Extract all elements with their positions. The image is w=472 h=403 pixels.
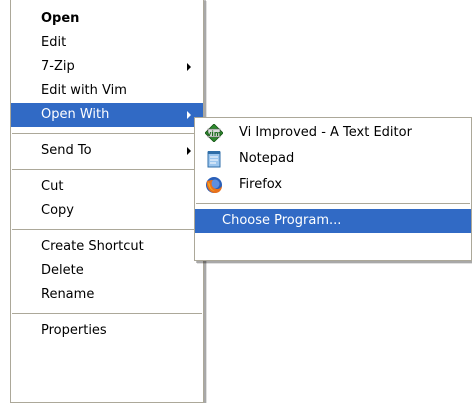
menu-separator — [12, 313, 202, 314]
menu-item-open-with[interactable]: Open With — [11, 103, 203, 127]
open-with-submenu: vim Vi Improved - A Text Editor Notepad … — [194, 117, 472, 261]
menu-item-label: 7-Zip — [41, 59, 75, 74]
submenu-arrow-icon — [187, 147, 191, 155]
submenu-arrow-icon — [187, 63, 191, 71]
submenu-item-label: Vi Improved - A Text Editor — [239, 125, 412, 140]
menu-item-delete[interactable]: Delete — [11, 259, 203, 283]
context-menu: Open Edit 7-Zip Edit with Vim Open With … — [10, 0, 204, 403]
menu-item-label: Send To — [41, 143, 92, 158]
menu-separator — [12, 169, 202, 170]
menu-item-edit[interactable]: Edit — [11, 31, 203, 55]
submenu-arrow-icon — [187, 111, 191, 119]
notepad-icon — [207, 151, 221, 168]
submenu-item-firefox[interactable]: Firefox — [195, 172, 471, 198]
submenu-item-notepad[interactable]: Notepad — [195, 146, 471, 172]
menu-separator — [12, 229, 202, 230]
menu-item-properties[interactable]: Properties — [11, 319, 203, 343]
menu-separator — [196, 203, 470, 204]
menu-item-rename[interactable]: Rename — [11, 283, 203, 307]
menu-item-open[interactable]: Open — [11, 7, 203, 31]
submenu-item-label: Firefox — [239, 177, 283, 192]
submenu-item-vim[interactable]: vim Vi Improved - A Text Editor — [195, 120, 471, 146]
menu-item-create-shortcut[interactable]: Create Shortcut — [11, 235, 203, 259]
menu-item-copy[interactable]: Copy — [11, 199, 203, 223]
menu-separator — [12, 133, 202, 134]
menu-item-label: Open With — [41, 107, 110, 122]
menu-item-cut[interactable]: Cut — [11, 175, 203, 199]
menu-item-7zip[interactable]: 7-Zip — [11, 55, 203, 79]
vim-icon: vim — [205, 124, 223, 142]
menu-item-send-to[interactable]: Send To — [11, 139, 203, 163]
submenu-item-choose-program[interactable]: Choose Program... — [195, 209, 471, 233]
svg-text:vim: vim — [207, 130, 221, 138]
firefox-icon — [206, 177, 222, 193]
menu-item-edit-with-vim[interactable]: Edit with Vim — [11, 79, 203, 103]
submenu-item-label: Notepad — [239, 151, 295, 166]
